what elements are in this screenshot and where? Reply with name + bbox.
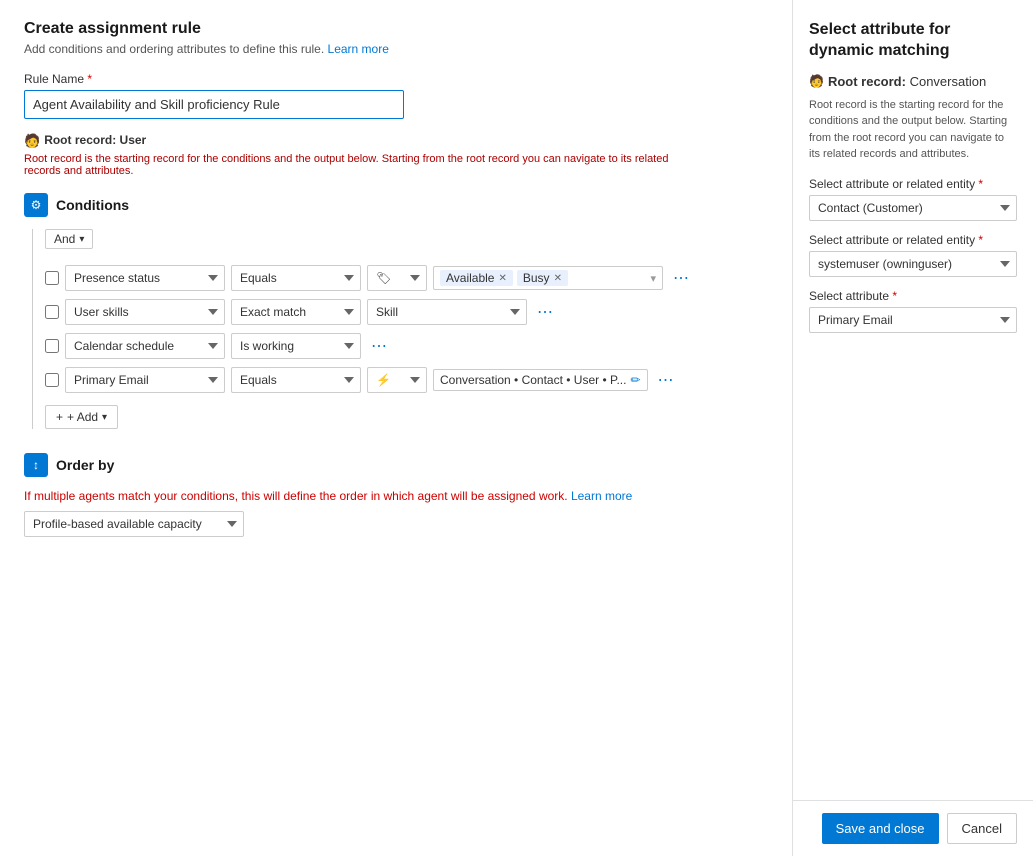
save-and-close-button[interactable]: Save and close bbox=[822, 813, 939, 844]
conditions-title: Conditions bbox=[56, 197, 129, 213]
row4-link-text: Conversation • Contact • User • P... bbox=[440, 373, 626, 387]
side-attr-label-3: Select attribute bbox=[809, 289, 1017, 303]
side-root-record: 🧑 Root record: Conversation bbox=[809, 74, 1017, 89]
remove-busy-icon[interactable]: ✕ bbox=[554, 273, 562, 284]
and-connector: And ▾ bbox=[45, 229, 768, 257]
row3-checkbox[interactable] bbox=[45, 339, 59, 353]
side-attr-label-1: Select attribute or related entity bbox=[809, 177, 1017, 191]
row1-type-select[interactable]: 🏷 bbox=[367, 265, 427, 291]
row3-field-select[interactable]: Calendar schedule bbox=[65, 333, 225, 359]
root-record-desc: Root record is the starting record for t… bbox=[24, 153, 704, 177]
row4-value-field: Conversation • Contact • User • P... ✏ bbox=[433, 369, 648, 391]
conditions-area: And ▾ Presence status Equals 🏷 Available… bbox=[32, 229, 768, 429]
row1-operator-select[interactable]: Equals bbox=[231, 265, 361, 291]
row4-field-select[interactable]: Primary Email bbox=[65, 367, 225, 393]
chevron-down-icon: ▾ bbox=[102, 412, 107, 423]
plus-icon: + bbox=[56, 410, 63, 424]
row3-operator-select[interactable]: Is working bbox=[231, 333, 361, 359]
row3-more-options[interactable]: ⋯ bbox=[367, 336, 391, 356]
page-title: Create assignment rule bbox=[24, 20, 768, 38]
row2-field-select[interactable]: User skills bbox=[65, 299, 225, 325]
rule-name-label: Rule Name bbox=[24, 72, 768, 86]
table-row: Calendar schedule Is working ⋯ bbox=[45, 333, 768, 359]
and-badge[interactable]: And ▾ bbox=[45, 229, 93, 249]
user-icon: 🧑 bbox=[24, 133, 40, 149]
conditions-section-header: ⚙ Conditions bbox=[24, 193, 768, 217]
tag-available: Available ✕ bbox=[440, 270, 513, 286]
side-entity-select-2[interactable]: systemuser (owninguser) bbox=[809, 251, 1017, 277]
order-learn-more-link[interactable]: Learn more bbox=[571, 489, 632, 503]
side-root-text: Root record: Conversation bbox=[828, 74, 986, 89]
row4-operator-select[interactable]: Equals bbox=[231, 367, 361, 393]
tag-busy: Busy ✕ bbox=[517, 270, 568, 286]
chevron-down-icon: ▾ bbox=[650, 272, 656, 285]
rule-name-input[interactable] bbox=[24, 90, 404, 119]
learn-more-link[interactable]: Learn more bbox=[328, 42, 389, 56]
side-attr-label-2: Select attribute or related entity bbox=[809, 233, 1017, 247]
cancel-button[interactable]: Cancel bbox=[947, 813, 1017, 844]
side-panel: Select attribute for dynamic matching 🧑 … bbox=[793, 0, 1033, 856]
row2-operator-select[interactable]: Exact match bbox=[231, 299, 361, 325]
row2-checkbox[interactable] bbox=[45, 305, 59, 319]
order-by-section: ↕ Order by If multiple agents match your… bbox=[24, 453, 768, 537]
subtitle: Add conditions and ordering attributes t… bbox=[24, 42, 768, 56]
chevron-down-icon: ▾ bbox=[79, 234, 84, 245]
remove-available-icon[interactable]: ✕ bbox=[498, 273, 506, 284]
root-record-section: 🧑 Root record: User bbox=[24, 133, 768, 149]
person-icon: 🧑 bbox=[809, 74, 824, 88]
order-by-select[interactable]: Profile-based available capacity bbox=[24, 511, 244, 537]
side-attr-select[interactable]: Primary Email bbox=[809, 307, 1017, 333]
order-by-desc: If multiple agents match your conditions… bbox=[24, 489, 704, 503]
row1-value-field: Available ✕ Busy ✕ ▾ bbox=[433, 266, 663, 290]
row4-type-select[interactable]: ⚡ bbox=[367, 367, 427, 393]
row2-value-select[interactable]: Skill bbox=[367, 299, 527, 325]
order-by-icon: ↕ bbox=[24, 453, 48, 477]
order-by-title: Order by bbox=[56, 457, 114, 473]
row1-checkbox[interactable] bbox=[45, 271, 59, 285]
table-row: Primary Email Equals ⚡ Conversation • Co… bbox=[45, 367, 768, 393]
row4-checkbox[interactable] bbox=[45, 373, 59, 387]
order-by-header: ↕ Order by bbox=[24, 453, 768, 477]
side-root-desc: Root record is the starting record for t… bbox=[809, 97, 1017, 163]
row2-more-options[interactable]: ⋯ bbox=[533, 302, 557, 322]
edit-icon[interactable]: ✏ bbox=[630, 373, 640, 387]
row1-more-options[interactable]: ⋯ bbox=[669, 268, 693, 288]
table-row: Presence status Equals 🏷 Available ✕ Bus… bbox=[45, 265, 768, 291]
conditions-icon: ⚙ bbox=[24, 193, 48, 217]
row1-field-select[interactable]: Presence status bbox=[65, 265, 225, 291]
main-panel: Create assignment rule Add conditions an… bbox=[0, 0, 793, 856]
row4-more-options[interactable]: ⋯ bbox=[654, 370, 678, 390]
side-entity-select-1[interactable]: Contact (Customer) bbox=[809, 195, 1017, 221]
table-row: User skills Exact match Skill ⋯ bbox=[45, 299, 768, 325]
side-panel-title: Select attribute for dynamic matching bbox=[809, 20, 1017, 62]
footer-buttons: Save and close Cancel bbox=[793, 800, 1033, 856]
add-condition-button[interactable]: + + Add ▾ bbox=[45, 405, 118, 429]
